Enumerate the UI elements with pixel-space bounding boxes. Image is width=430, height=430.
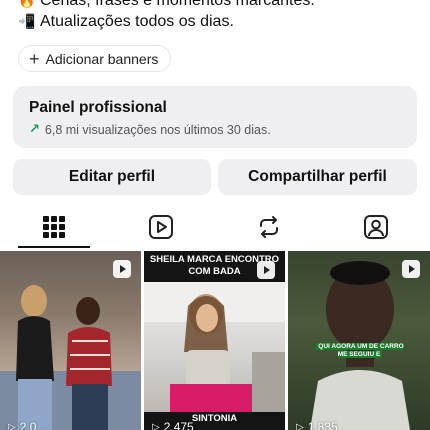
profile-tabs <box>0 205 430 248</box>
post-thumbnail[interactable]: ▷ 2,0 ... <box>0 251 141 430</box>
fire-icon: 🔥 <box>18 0 36 9</box>
tab-tagged[interactable] <box>323 205 430 248</box>
dashboard-views-text: 6,8 mi visualizações nos últimos 30 dias… <box>44 122 271 137</box>
post-views: ▷ 2.475 <box>152 420 194 430</box>
reel-badge-icon <box>113 260 131 278</box>
posts-grid: ▷ 2,0 ... SHEILA MARCA ENCONTRO COM BADA … <box>0 251 430 430</box>
edit-profile-button[interactable]: Editar perfil <box>13 159 211 195</box>
bio-text-2: Atualizações todos os dias. <box>40 13 234 30</box>
play-icon: ▷ <box>296 421 304 430</box>
post-image <box>144 282 285 412</box>
post-thumbnail[interactable]: QUI AGORA UM DE CARRO ME SEGUIU E ▷ 1.835 <box>288 251 430 430</box>
bio-line-1: 🔥 Cenas, frases e momentos marcantes. <box>18 0 315 10</box>
add-banners-button[interactable]: + Adicionar banners <box>18 45 172 72</box>
repost-icon <box>259 215 278 238</box>
add-banners-label: Adicionar banners <box>45 50 159 67</box>
grid-icon <box>42 215 65 238</box>
post-thumbnail[interactable]: SHEILA MARCA ENCONTRO COM BADA SINTONIA … <box>144 251 285 430</box>
tab-reposts[interactable] <box>215 205 323 248</box>
share-profile-button[interactable]: Compartilhar perfil <box>218 159 417 195</box>
bio-text-1: Cenas, frases e momentos marcantes. <box>40 0 315 9</box>
plus-icon: + <box>29 48 40 69</box>
phone-icon: 📲 <box>18 14 36 30</box>
play-icon: ▷ <box>8 421 16 430</box>
dashboard-subtitle: ↗ 6,8 mi visualizações nos últimos 30 di… <box>29 122 401 137</box>
professional-dashboard[interactable]: Painel profissional ↗ 6,8 mi visualizaçõ… <box>13 86 417 148</box>
post-views: ▷ 1.835 <box>296 420 338 430</box>
post-caption: QUI AGORA UM DE CARRO ME SEGUIU E <box>316 343 404 358</box>
post-views: ▷ 2,0 ... <box>8 420 50 430</box>
reel-badge-icon <box>257 261 275 279</box>
tagged-person-icon <box>364 214 389 239</box>
reels-icon <box>149 214 174 239</box>
reel-badge-icon <box>402 260 420 278</box>
dashboard-title: Painel profissional <box>29 99 167 116</box>
bio-line-2: 📲 Atualizações todos os dias. <box>18 13 234 31</box>
play-icon: ▷ <box>152 421 160 430</box>
tab-grid[interactable] <box>0 205 108 248</box>
trend-up-icon: ↗ <box>29 122 40 137</box>
tab-reels[interactable] <box>108 205 216 248</box>
